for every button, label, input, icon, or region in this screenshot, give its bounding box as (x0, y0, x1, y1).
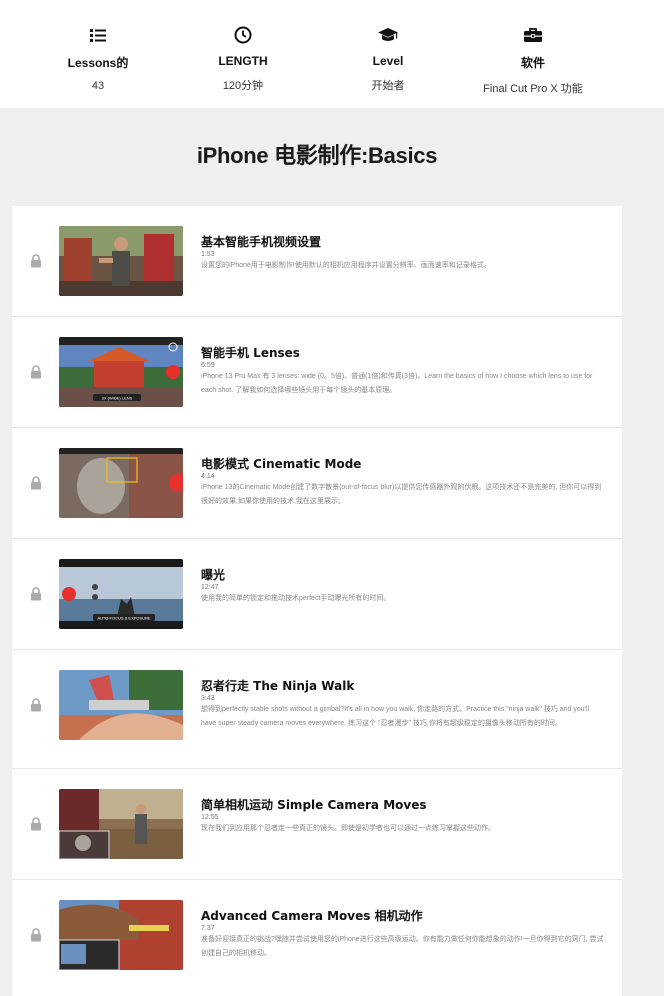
lock-icon (31, 365, 41, 379)
lesson-thumbnail[interactable]: 3X (WIDE) LENS (59, 337, 183, 407)
stat-label: 软件 (520, 56, 545, 70)
stat-label: Lessons的 (67, 56, 129, 70)
list-icon (90, 29, 106, 42)
stat-value: Final Cut Pro X 功能 (483, 83, 583, 95)
thumb-caption: AUTO FOCUS & EXPOSURE (97, 616, 151, 621)
lesson-thumbnail[interactable]: AUTO FOCUS & EXPOSURE (59, 559, 183, 629)
lesson-item[interactable]: 忍者行走 The Ninja Walk 3:43 想得到perfectly st… (12, 650, 622, 769)
lesson-title[interactable]: Advanced Camera Moves 相机动作 (201, 907, 423, 924)
stat-software: 软件 Final Cut Pro X 功能 (463, 26, 603, 96)
lesson-item[interactable]: 简单相机运动 Simple Camera Moves 12:55 现在我们到应用… (12, 769, 622, 880)
lesson-thumbnail[interactable] (59, 670, 183, 740)
lesson-thumbnail[interactable] (59, 448, 183, 518)
clock-icon (234, 26, 252, 44)
lesson-title[interactable]: 基本智能手机视频设置 (201, 233, 321, 250)
stat-lessons: Lessons的 43 (28, 26, 168, 92)
stat-label: LENGTH (218, 54, 268, 68)
lesson-list: 基本智能手机视频设置 1:53 设置您的iPhone用于电影制作!使用默认的相机… (12, 206, 622, 996)
lesson-thumbnail[interactable] (59, 226, 183, 296)
stat-length: LENGTH 120分钟 (173, 26, 313, 93)
lesson-title[interactable]: 忍者行走 The Ninja Walk (201, 677, 354, 694)
lock-icon (31, 698, 41, 712)
stat-level: Level 开始者 (318, 26, 458, 93)
lesson-title[interactable]: 简单相机运动 Simple Camera Moves (201, 796, 427, 813)
lock-icon (31, 817, 41, 831)
stat-label: Level (372, 54, 404, 68)
lesson-description: 使用我的简单的锁定和拖动技术perfect手动曝光所有的时间。 (201, 595, 391, 602)
lesson-title[interactable]: 曝光 (201, 566, 225, 583)
lesson-title[interactable]: 电影模式 Cinematic Mode (201, 455, 361, 472)
lesson-thumbnail[interactable] (59, 900, 183, 970)
graduation-cap-icon (378, 28, 398, 41)
lock-icon (31, 928, 41, 942)
lesson-description: iPhone 13的Cinematic Mode创建了数字散景(out-of-f… (201, 484, 602, 505)
lesson-duration: 3:43 (201, 695, 215, 702)
lesson-title[interactable]: 智能手机 Lenses (201, 344, 300, 361)
lesson-thumbnail[interactable] (59, 789, 183, 859)
lesson-duration: 7:37 (201, 925, 215, 932)
stat-value: 开始者 (371, 80, 405, 92)
lesson-item[interactable]: 3X (WIDE) LENS 智能手机 Lenses 6:59 iPhone 1… (12, 317, 622, 428)
lock-icon (31, 254, 41, 268)
lesson-description: 准备好迎接真正的挑战?嘿随并尝试使用您的iPhone进行这些高级运动。你有能力做… (201, 936, 604, 957)
lesson-description: 想得到perfectly stable shots without a gimb… (201, 706, 590, 727)
lesson-item[interactable]: 电影模式 Cinematic Mode 4:14 iPhone 13的Cinem… (12, 428, 622, 539)
lesson-duration: 4:14 (201, 473, 215, 480)
lock-icon (31, 476, 41, 490)
lesson-duration: 12:47 (201, 584, 219, 591)
lesson-duration: 1:53 (201, 251, 215, 258)
stat-value: 120分钟 (222, 80, 264, 92)
lesson-description: iPhone 13 Pro Max 有 3 lenses: wide (0。5倍… (201, 373, 593, 394)
toolbox-icon (524, 28, 542, 42)
course-title: iPhone 电影制作:Basics (196, 143, 438, 168)
lesson-duration: 12:55 (201, 814, 219, 821)
lesson-item[interactable]: Advanced Camera Moves 相机动作 7:37 准备好迎接真正的… (12, 880, 622, 990)
thumb-caption: 3X (WIDE) LENS (102, 396, 133, 401)
lesson-description: 设置您的iPhone用于电影制作!使用默认的相机应用程序并设置分辨率、画面速率和… (201, 262, 491, 269)
lock-icon (31, 587, 41, 601)
lesson-item[interactable]: AUTO FOCUS & EXPOSURE 曝光 12:47 使用我的简单的锁定… (12, 539, 622, 650)
stat-value: 43 (91, 80, 105, 92)
lesson-description: 现在我们到应用那个忍者走一些真正的镜头。即使是初学者也可以通过一点练习掌握这些动… (201, 825, 495, 832)
lesson-item[interactable]: 基本智能手机视频设置 1:53 设置您的iPhone用于电影制作!使用默认的相机… (12, 206, 622, 317)
course-stats-bar: Lessons的 43 LENGTH 120分钟 Level 开始者 软件 Fi… (0, 0, 664, 108)
lesson-duration: 6:59 (201, 362, 215, 369)
